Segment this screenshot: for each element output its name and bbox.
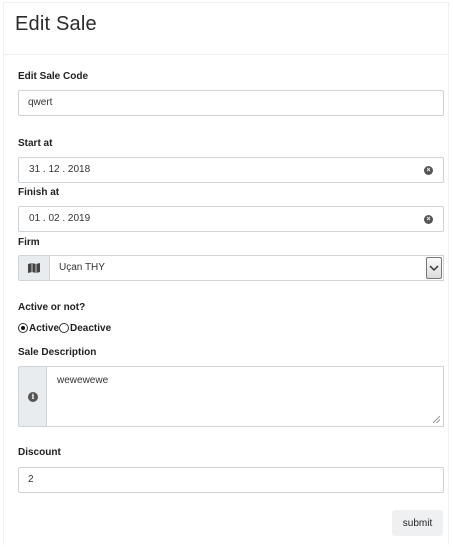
page-title: Edit Sale (15, 13, 97, 35)
dropdown-arrow[interactable] (426, 257, 442, 279)
resize-handle[interactable] (433, 416, 440, 423)
info-icon: i (28, 392, 38, 402)
discount-label: Discount (18, 447, 61, 458)
sale-code-value: qwert (28, 97, 53, 108)
discount-input[interactable]: 2 (18, 467, 444, 493)
active-radio-group: Active Deactive (18, 321, 111, 335)
start-date-value: 31 . 12 . 2018 (29, 164, 91, 175)
discount-value: 2 (28, 474, 34, 485)
description-value: wewewewe (57, 375, 109, 386)
firm-label: Firm (18, 237, 40, 248)
active-label: Active or not? (18, 302, 86, 313)
finish-date-input[interactable]: 01 . 02 . 2019 × (18, 206, 444, 232)
deactive-radio-label: Deactive (70, 322, 112, 334)
clear-finish-date-icon[interactable]: × (424, 215, 433, 224)
submit-button[interactable]: submit (392, 510, 443, 536)
sale-code-label: Edit Sale Code (18, 71, 89, 82)
header-divider (4, 54, 448, 55)
description-group: i wewewewe (18, 366, 444, 427)
description-textarea[interactable]: wewewewe (46, 366, 444, 427)
firm-select-group: Uçan THY (18, 255, 444, 281)
finish-at-label: Finish at (18, 187, 60, 198)
map-icon (28, 263, 40, 273)
firm-addon (18, 255, 49, 281)
description-label: Sale Description (18, 347, 97, 358)
clear-start-date-icon[interactable]: × (424, 166, 433, 175)
firm-select[interactable]: Uçan THY (49, 255, 444, 281)
active-radio-label: Active (29, 322, 60, 334)
firm-selected-value: Uçan THY (59, 262, 105, 273)
finish-date-value: 01 . 02 . 2019 (29, 213, 91, 224)
sale-code-input[interactable]: qwert (18, 90, 444, 116)
start-date-input[interactable]: 31 . 12 . 2018 × (18, 157, 444, 183)
chevron-down-icon (429, 265, 439, 272)
deactive-radio[interactable] (59, 323, 70, 333)
description-addon: i (18, 366, 46, 427)
active-radio[interactable] (18, 323, 28, 333)
start-at-label: Start at (18, 138, 53, 149)
